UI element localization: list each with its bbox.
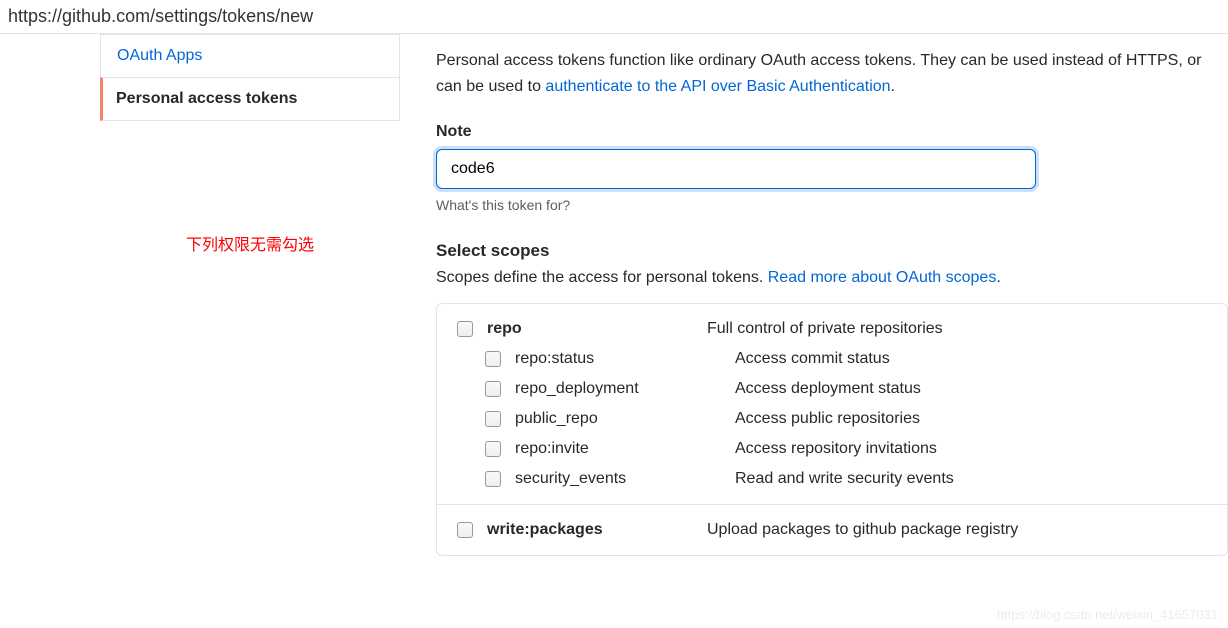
checkbox-repo[interactable] [457,321,473,337]
scope-name: repo [487,320,707,338]
scope-desc: Access deployment status [735,380,921,398]
note-help: What's this token for? [436,197,1228,213]
checkbox-write-packages[interactable] [457,522,473,538]
scope-desc: Read and write security events [735,470,954,488]
scope-name: repo:status [515,350,735,368]
scopes-desc-prefix: Scopes define the access for personal to… [436,269,768,286]
scope-row-repo-deployment: repo_deployment Access deployment status [457,380,1207,398]
checkbox-repo-deployment[interactable] [485,381,501,397]
note-input[interactable] [436,149,1036,189]
page-container: OAuth Apps Personal access tokens 下列权限无需… [0,34,1228,556]
intro-part2: . [891,78,895,95]
scopes-box: repo Full control of private repositorie… [436,303,1228,556]
sidebar: OAuth Apps Personal access tokens 下列权限无需… [100,34,400,556]
checkbox-repo-status[interactable] [485,351,501,367]
annotation-text: 下列权限无需勾选 [100,231,400,255]
url-bar[interactable]: https://github.com/settings/tokens/new [0,0,1228,34]
checkbox-security-events[interactable] [485,471,501,487]
scope-row-repo-invite: repo:invite Access repository invitation… [457,440,1207,458]
scope-name: public_repo [515,410,735,428]
scope-desc: Access repository invitations [735,440,937,458]
scope-name: write:packages [487,521,707,539]
scope-name: repo_deployment [515,380,735,398]
scope-desc: Access commit status [735,350,890,368]
scope-row-repo-status: repo:status Access commit status [457,350,1207,368]
main-content: Personal access tokens function like ord… [400,34,1228,556]
auth-api-link[interactable]: authenticate to the API over Basic Authe… [545,78,890,95]
scope-name: security_events [515,470,735,488]
watermark: https://blog.csdn.net/weixin_41657031 [997,607,1218,622]
intro-text: Personal access tokens function like ord… [436,48,1228,99]
scope-group-write-packages: write:packages Upload packages to github… [437,505,1227,555]
sidebar-item-oauth-apps[interactable]: OAuth Apps [100,34,400,77]
scope-desc: Upload packages to github package regist… [707,521,1018,539]
scope-desc: Full control of private repositories [707,320,943,338]
note-label: Note [436,123,1228,141]
scopes-desc-suffix: . [996,269,1000,286]
scope-row-security-events: security_events Read and write security … [457,470,1207,488]
scope-desc: Access public repositories [735,410,920,428]
scope-row-write-packages: write:packages Upload packages to github… [457,521,1207,539]
scopes-heading: Select scopes [436,241,1228,261]
scope-row-repo: repo Full control of private repositorie… [457,320,1207,338]
scope-group-repo: repo Full control of private repositorie… [437,304,1227,505]
scopes-desc: Scopes define the access for personal to… [436,269,1228,287]
checkbox-repo-invite[interactable] [485,441,501,457]
checkbox-public-repo[interactable] [485,411,501,427]
scopes-doc-link[interactable]: Read more about OAuth scopes [768,269,997,286]
scope-name: repo:invite [515,440,735,458]
sidebar-item-personal-access-tokens[interactable]: Personal access tokens [100,77,400,121]
scope-row-public-repo: public_repo Access public repositories [457,410,1207,428]
